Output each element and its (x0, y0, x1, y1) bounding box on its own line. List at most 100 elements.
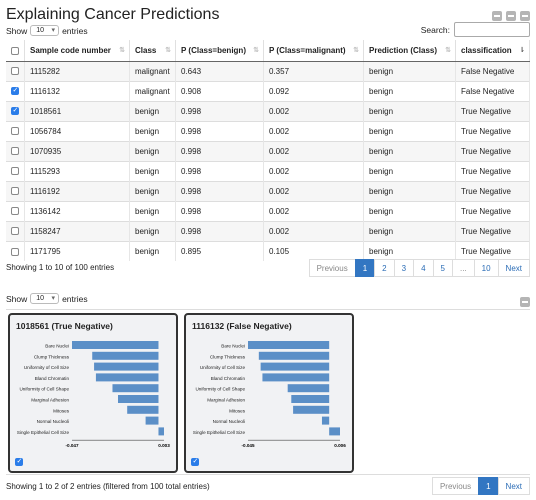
table-row[interactable]: 1115282 malignant 0.643 0.357 benign False Ne… (6, 60, 530, 81)
table-row[interactable]: 1115293 benign 0.998 0.002 benign True Negati… (6, 160, 530, 181)
settings-icon[interactable] (520, 297, 530, 307)
feature-label: Clump Thickness (210, 354, 246, 359)
table-cell: benign (129, 180, 176, 201)
table-row[interactable]: 1018561benign0.9980.002benignTrue Negati… (6, 100, 530, 121)
feature-bar (248, 341, 330, 349)
menu-icon[interactable] (520, 11, 530, 21)
next-page-button[interactable]: Next (497, 477, 530, 495)
table-cell: 1070935 (24, 140, 130, 161)
card-title: 1116132 (False Negative) (192, 321, 292, 331)
table-cell: 0.105 (263, 240, 364, 261)
table-row[interactable]: 1158247 benign 0.998 0.002 benign True Negati… (6, 220, 530, 241)
table-cell: benign (363, 240, 456, 261)
previous-page-button[interactable]: Previous (308, 259, 356, 277)
table-cell: benign (363, 180, 456, 201)
row-checkbox[interactable] (11, 67, 19, 76)
table-row[interactable]: 1056784 benign 0.998 0.002 benign True Negati… (6, 120, 530, 141)
row-select-cell[interactable] (6, 220, 25, 241)
feature-bar (95, 373, 159, 382)
row-checkbox[interactable] (11, 167, 19, 176)
sort-desc-icon: ⇂ (519, 47, 525, 54)
table-cell: False Negative (455, 80, 530, 101)
table-cell: benign (363, 100, 456, 121)
table-cell: 0.002 (263, 220, 364, 241)
row-select-cell[interactable] (6, 120, 25, 141)
row-checkbox[interactable] (11, 247, 19, 256)
table-cell: 0.092 (263, 80, 364, 101)
page-button[interactable]: 2 (374, 259, 395, 277)
table-cell: malignant (129, 80, 176, 101)
table-cell: 0.998 (175, 100, 264, 121)
card-length-control: Show 10 entries (6, 293, 88, 304)
table-row[interactable]: 1070935 benign 0.998 0.002 benign True Negati… (6, 140, 530, 161)
row-select-cell[interactable] (6, 240, 25, 261)
explanation-card: 1116132 (False Negative) Bare Nuclei Clum… (184, 313, 354, 473)
row-checkbox[interactable] (11, 187, 19, 196)
header-p-benign[interactable]: P (Class=benign) ⇅ (175, 40, 264, 62)
previous-page-button[interactable]: Previous (431, 477, 480, 495)
row-select-cell[interactable] (6, 60, 25, 81)
row-checkbox[interactable] (11, 207, 19, 216)
feature-label: Normal Nucleoli (213, 419, 245, 424)
feature-bar (287, 384, 330, 393)
card-checkbox[interactable] (15, 457, 23, 466)
settings-icon[interactable] (492, 11, 502, 21)
row-select-cell[interactable] (6, 80, 25, 101)
table-cell: 0.643 (175, 60, 264, 81)
search-input[interactable] (454, 22, 530, 37)
row-select-cell[interactable] (6, 140, 25, 161)
feature-bar (94, 362, 159, 371)
page-button[interactable]: 1 (354, 259, 376, 277)
table-cell: 0.002 (263, 120, 364, 141)
row-select-cell[interactable] (6, 100, 25, 121)
table-cell: 1116132 (24, 80, 130, 101)
row-checkbox[interactable] (11, 227, 19, 236)
select-all-checkbox[interactable] (11, 46, 19, 55)
table-row[interactable]: 1136142 benign 0.998 0.002 benign True Negati… (6, 200, 530, 221)
table-cell: 1056784 (24, 120, 130, 141)
page-length-select[interactable]: 10 (30, 25, 60, 36)
row-select-cell[interactable] (6, 180, 25, 201)
sort-icon: ⇅ (353, 47, 359, 54)
feature-label: Marginal Adhesion (31, 398, 69, 403)
select-all-header[interactable] (6, 40, 25, 62)
next-page-button[interactable]: Next (497, 259, 530, 277)
header-p-malignant[interactable]: P (Class=malignant) ⇅ (263, 40, 364, 62)
table-cell: benign (129, 160, 176, 181)
table-row[interactable]: 1116132malignant0.9080.092benignFalse Ne… (6, 80, 530, 101)
page-button[interactable]: 1 (478, 477, 499, 495)
table-cell: malignant (129, 60, 176, 81)
feature-label: Uniformity of Cell Size (24, 365, 70, 370)
page-button[interactable]: 10 (473, 259, 499, 277)
entries-label: entries (62, 25, 88, 36)
feature-bar (321, 416, 330, 425)
feature-bar (293, 405, 330, 414)
feature-label: Single Epithelial Cell Size (17, 430, 70, 435)
card-checkbox[interactable] (191, 457, 199, 466)
header-prediction[interactable]: Prediction (Class) ⇅ (363, 40, 456, 62)
header-classification[interactable]: classification ⇂ (455, 40, 530, 62)
row-checkbox[interactable] (11, 106, 19, 116)
row-select-cell[interactable] (6, 200, 25, 221)
header-class[interactable]: Class ⇅ (129, 40, 176, 62)
row-checkbox[interactable] (11, 127, 19, 136)
row-select-cell[interactable] (6, 160, 25, 181)
page-length-control: Show 10 entries (6, 25, 88, 36)
row-checkbox[interactable] (11, 147, 19, 156)
table-row[interactable]: 1171795 benign 0.895 0.105 benign True Negati… (6, 240, 530, 261)
explanation-card: 1018561 (True Negative) Bare Nuclei Clump… (8, 313, 178, 473)
page-button[interactable]: 3 (393, 259, 415, 277)
table-cell: 0.002 (263, 200, 364, 221)
card-length-select[interactable]: 10 (30, 293, 60, 304)
table-row[interactable]: 1116192 benign 0.998 0.002 benign True Negati… (6, 180, 530, 201)
explanation-cards: 1018561 (True Negative) Bare Nuclei Clump… (6, 309, 530, 475)
sort-icon: ⇅ (119, 47, 125, 54)
feature-label: Mitoses (229, 408, 246, 413)
show-label: Show (6, 293, 28, 304)
header-sample-code[interactable]: Sample code number ⇅ (24, 40, 130, 62)
table-cell: benign (363, 160, 456, 181)
page-button[interactable]: 4 (413, 259, 434, 277)
expand-icon[interactable] (506, 11, 516, 21)
row-checkbox[interactable] (11, 86, 19, 96)
page-button[interactable]: 5 (432, 259, 453, 277)
